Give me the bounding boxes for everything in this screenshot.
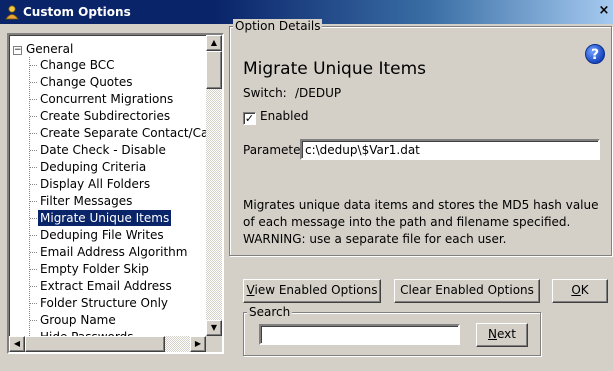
ok-label: K bbox=[580, 283, 589, 297]
tree-item-create-separate-contact[interactable]: Create Separate Contact/Cale bbox=[38, 125, 221, 141]
enabled-label: Enabled bbox=[260, 109, 309, 123]
window-title: Custom Options bbox=[23, 5, 131, 19]
tree-horizontal-scrollbar[interactable]: ◀ ▶ bbox=[9, 336, 206, 352]
search-legend: Search bbox=[247, 305, 293, 319]
scroll-up-icon[interactable]: ▲ bbox=[206, 35, 222, 51]
tree-item-concurrent-migrations[interactable]: Concurrent Migrations bbox=[38, 91, 175, 107]
tree-item-date-check-disable[interactable]: Date Check - Disable bbox=[38, 142, 168, 158]
switch-value: /DEDUP bbox=[295, 86, 342, 100]
tree-guide-branch bbox=[30, 167, 37, 168]
tree-item-deduping-criteria[interactable]: Deduping Criteria bbox=[38, 159, 148, 175]
tree-item-display-all-folders[interactable]: Display All Folders bbox=[38, 176, 152, 192]
tree-guide-branch bbox=[30, 252, 37, 253]
help-icon[interactable]: ? bbox=[585, 44, 605, 64]
tree-guide-branch bbox=[30, 320, 37, 321]
tree-guide-branch bbox=[30, 150, 37, 151]
tree-guide-branch bbox=[30, 235, 37, 236]
tree-guide-branch bbox=[30, 269, 37, 270]
tree-guide-branch bbox=[30, 201, 37, 202]
next-label: ext bbox=[497, 327, 516, 341]
tree-root-label: General bbox=[26, 42, 74, 56]
ok-mnemonic: O bbox=[571, 283, 581, 297]
search-input[interactable] bbox=[259, 324, 460, 345]
clear-enabled-options-button[interactable]: Clear Enabled Options bbox=[394, 279, 540, 303]
tree-item-filter-messages[interactable]: Filter Messages bbox=[38, 193, 134, 209]
tree-guide-branch bbox=[30, 133, 37, 134]
tree-guide-branch bbox=[30, 99, 37, 100]
collapse-icon[interactable]: − bbox=[13, 46, 22, 55]
option-description: Migrates unique data items and stores th… bbox=[243, 198, 599, 246]
tree-item-folder-structure-only[interactable]: Folder Structure Only bbox=[38, 295, 170, 311]
close-button[interactable]: × bbox=[597, 3, 611, 19]
option-title: Migrate Unique Items bbox=[243, 59, 427, 79]
tree-item-change-quotes[interactable]: Change Quotes bbox=[38, 74, 135, 90]
tree-item-deduping-file-writes[interactable]: Deduping File Writes bbox=[38, 227, 166, 243]
tree-guide-branch bbox=[30, 218, 37, 219]
tree-guide-branch bbox=[30, 184, 37, 185]
person-icon bbox=[5, 5, 19, 20]
tree-guide-branch bbox=[30, 65, 37, 66]
tree-item-empty-folder-skip[interactable]: Empty Folder Skip bbox=[38, 261, 151, 277]
horizontal-scroll-thumb[interactable] bbox=[25, 336, 165, 352]
ok-button[interactable]: OK bbox=[552, 279, 608, 303]
tree-item-create-subdirectories[interactable]: Create Subdirectories bbox=[38, 108, 172, 124]
enabled-checkbox[interactable]: ✓ bbox=[243, 112, 256, 125]
option-details-legend: Option Details bbox=[233, 19, 323, 33]
view-enabled-options-button[interactable]: View Enabled Options bbox=[243, 279, 381, 303]
next-mnemonic: N bbox=[488, 327, 497, 341]
scroll-down-icon[interactable]: ▼ bbox=[206, 320, 222, 336]
scroll-corner bbox=[206, 336, 222, 352]
view-enabled-mnemonic: V bbox=[246, 283, 255, 297]
enabled-checkbox-row[interactable]: ✓ Enabled bbox=[243, 109, 309, 125]
tree-guide-branch bbox=[30, 82, 37, 83]
tree-guide-branch bbox=[30, 116, 37, 117]
vertical-scroll-thumb[interactable] bbox=[206, 51, 222, 89]
switch-label: Switch: bbox=[243, 86, 287, 100]
parameter-input[interactable]: c:\dedup\$Var1.dat bbox=[300, 139, 600, 160]
tree-guide-branch bbox=[30, 303, 37, 304]
tree-item-change-bcc[interactable]: Change BCC bbox=[38, 57, 117, 73]
tree-vertical-scrollbar[interactable]: ▲ ▼ bbox=[206, 35, 222, 336]
tree-item-migrate-unique-items[interactable]: Migrate Unique Items bbox=[36, 209, 173, 227]
tree-item-group-name[interactable]: Group Name bbox=[38, 312, 118, 328]
view-enabled-label: iew Enabled Options bbox=[254, 283, 378, 297]
tree-item-extract-email-address[interactable]: Extract Email Address bbox=[38, 278, 174, 294]
tree-root-general[interactable]: − General bbox=[13, 41, 73, 57]
scroll-right-icon[interactable]: ▶ bbox=[190, 336, 206, 352]
tree-item-email-address-algorithm[interactable]: Email Address Algorithm bbox=[38, 244, 189, 260]
options-tree[interactable]: − General Change BCC Change Quotes Concur… bbox=[7, 33, 224, 354]
scroll-left-icon[interactable]: ◀ bbox=[9, 336, 25, 352]
tree-guide-branch bbox=[30, 286, 37, 287]
next-button[interactable]: Next bbox=[476, 323, 528, 347]
